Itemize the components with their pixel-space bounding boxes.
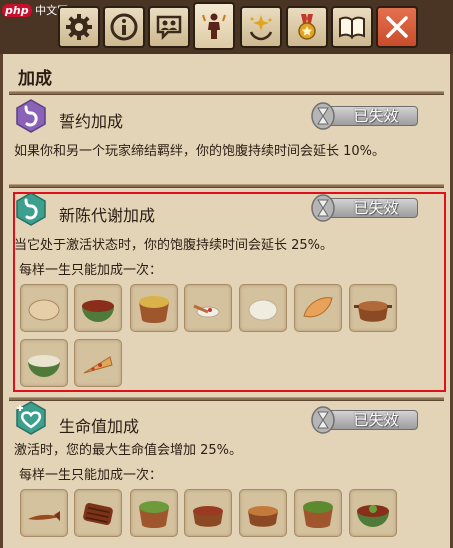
tab-character[interactable]: [193, 2, 235, 50]
food-slot[interactable]: [130, 489, 178, 537]
hourglass-icon: [311, 194, 335, 222]
food-slot[interactable]: [294, 489, 342, 537]
status-badge: 已失效: [310, 406, 418, 434]
page-title: 加成: [18, 69, 52, 89]
character-icon: [202, 13, 226, 39]
roast-chicken-icon: [303, 297, 333, 318]
status-badge: 已失效: [310, 102, 418, 130]
info-icon: [110, 13, 138, 41]
food-slot[interactable]: [130, 284, 178, 332]
food-slot[interactable]: [239, 284, 287, 332]
hourglass-icon: [311, 406, 335, 434]
bean-soup-bowl-icon: [82, 300, 114, 322]
stew-pot-icon: [354, 301, 392, 322]
tab-journal[interactable]: [331, 6, 373, 48]
bonus-subheading: 每样一生只能加成一次：: [19, 263, 163, 278]
fried-rice-pot-icon: [139, 296, 169, 323]
tab-info[interactable]: [103, 6, 145, 48]
divider: [9, 397, 444, 401]
watermark-brand: php: [2, 4, 32, 17]
hourglass-icon: [311, 102, 335, 130]
tab-close[interactable]: [376, 6, 418, 48]
book-icon: [339, 16, 365, 39]
grilled-meat-icon: [83, 503, 113, 525]
divider: [9, 184, 444, 188]
rice-ball-icon: [248, 299, 278, 321]
stomach-badge-icon: [16, 99, 46, 133]
dried-fish-icon: [28, 511, 60, 521]
bonus-subheading: 每样一生只能加成一次：: [19, 468, 163, 483]
pizza-slice-icon: [83, 356, 113, 374]
salad-bowl-icon: [357, 505, 389, 527]
close-icon: [386, 16, 408, 38]
status-label: 已失效: [353, 199, 399, 217]
porridge-bowl-icon: [28, 355, 60, 377]
group-chat-icon: [156, 15, 182, 41]
food-slot[interactable]: [74, 489, 122, 537]
food-slot[interactable]: [74, 284, 122, 332]
food-slot[interactable]: [349, 489, 397, 537]
food-slot[interactable]: [349, 284, 397, 332]
bread-icon: [28, 299, 60, 321]
meat-stew-pot-icon: [193, 506, 223, 527]
tab-perks[interactable]: [240, 6, 282, 48]
bonus-title: 生命值加成: [59, 417, 140, 436]
status-label: 已失效: [353, 107, 399, 125]
rice-spoon-icon: [193, 304, 220, 318]
food-slot[interactable]: [20, 489, 68, 537]
bonus-description: 激活时，您的最大生命值会增加 25%。: [14, 443, 243, 458]
bonus-description: 如果你和另一个玩家缔结羁绊，你的饱腹持续时间会延长 10%。: [14, 144, 386, 159]
bonus-description: 当它处于激活状态时，你的饱腹持续时间会延长 25%。: [14, 238, 334, 253]
gear-icon: [66, 14, 92, 40]
food-slot[interactable]: [239, 489, 287, 537]
tab-settings[interactable]: [58, 6, 100, 48]
status-label: 已失效: [353, 411, 399, 429]
food-slot[interactable]: [74, 339, 122, 387]
top-tab-bar: php 中文网: [0, 0, 453, 54]
bonus-title: 誓约加成: [59, 112, 124, 131]
sparkle-hands-icon: [249, 15, 273, 41]
food-slot[interactable]: [20, 339, 68, 387]
medal-icon: [298, 14, 316, 40]
food-slot[interactable]: [20, 284, 68, 332]
tab-social[interactable]: [148, 6, 190, 48]
green-soup-pot-icon: [303, 501, 333, 528]
divider: [9, 91, 444, 95]
bean-pot-icon: [248, 506, 278, 527]
stomach-badge-icon: [16, 192, 46, 226]
food-slot[interactable]: [294, 284, 342, 332]
heart-plus-badge-icon: [16, 401, 46, 435]
status-badge: 已失效: [310, 194, 418, 222]
veggie-bowl-icon: [139, 501, 169, 528]
food-slot[interactable]: [184, 489, 232, 537]
food-slot[interactable]: [184, 284, 232, 332]
bonus-panel: 加成 誓约加成 已失效 如果你和另一个玩家缔结羁绊，你的饱腹持续时间会延长 10…: [0, 54, 453, 548]
bonus-title: 新陈代谢加成: [59, 206, 156, 225]
tab-achievements[interactable]: [286, 6, 328, 48]
